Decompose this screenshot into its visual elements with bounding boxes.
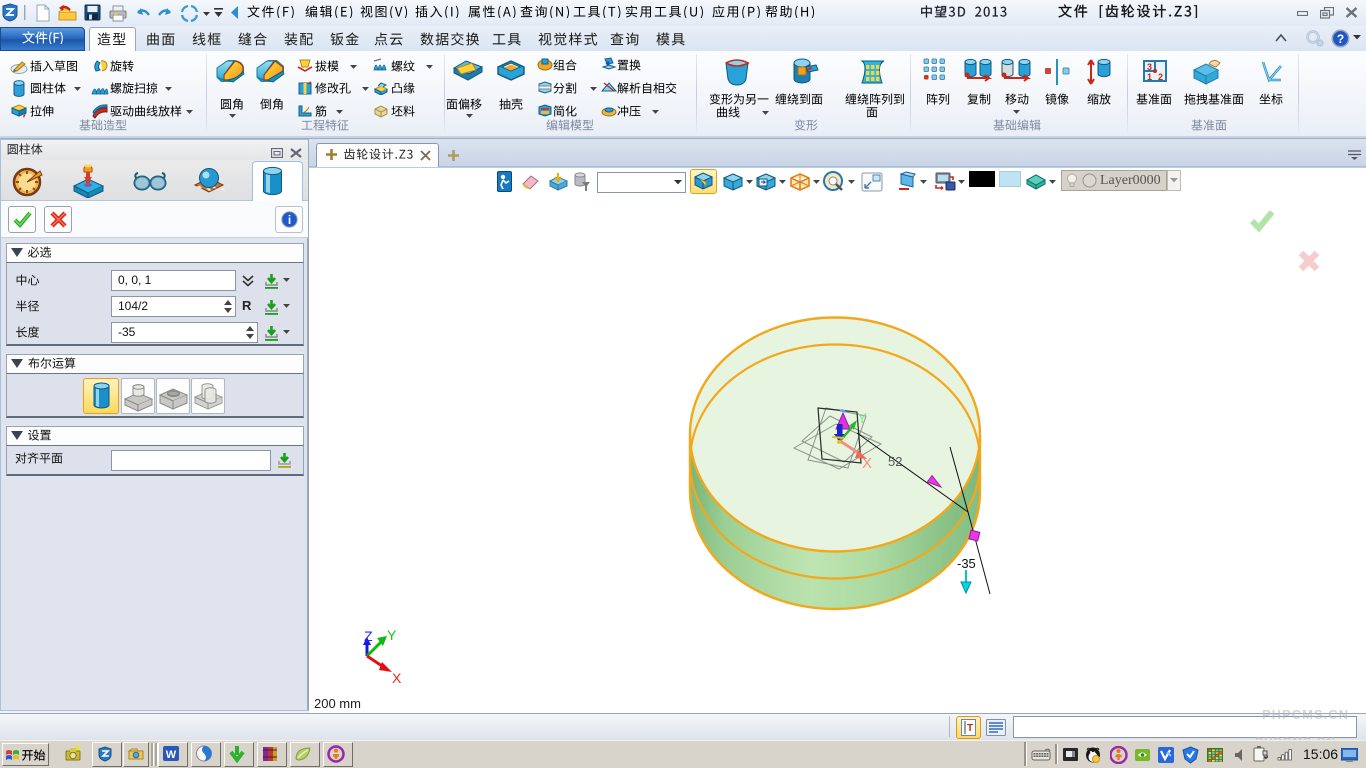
svg-text:i: i [288, 213, 291, 227]
svg-text:T: T [967, 723, 973, 734]
svg-text:1: 1 [1147, 72, 1152, 82]
svg-text:?: ? [1337, 32, 1344, 46]
svg-text:3: 3 [1147, 62, 1152, 72]
svg-text:W: W [166, 749, 177, 761]
svg-text:2: 2 [1158, 72, 1163, 82]
